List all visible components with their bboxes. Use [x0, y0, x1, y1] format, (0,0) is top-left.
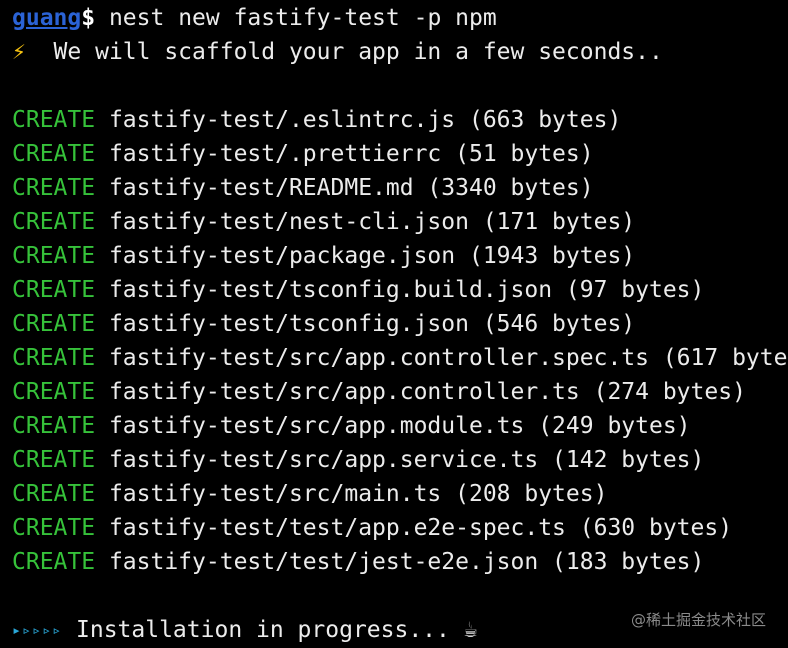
create-line: CREATE fastify-test/tsconfig.build.json …: [12, 273, 704, 307]
create-line: CREATE fastify-test/test/app.e2e-spec.ts…: [12, 511, 732, 545]
scaffold-message-text: We will scaffold your app in a few secon…: [25, 39, 663, 65]
create-keyword: CREATE: [12, 175, 96, 201]
create-line: CREATE fastify-test/src/main.ts (208 byt…: [12, 477, 607, 511]
created-file-path: fastify-test/src/main.ts (208 bytes): [95, 481, 608, 507]
created-file-path: fastify-test/test/jest-e2e.json (183 byt…: [95, 549, 705, 575]
create-keyword: CREATE: [12, 515, 96, 541]
created-file-path: fastify-test/nest-cli.json (171 bytes): [95, 209, 636, 235]
create-keyword: CREATE: [12, 379, 96, 405]
created-file-path: fastify-test/.eslintrc.js (663 bytes): [95, 107, 622, 133]
create-line: CREATE fastify-test/nest-cli.json (171 b…: [12, 205, 635, 239]
create-keyword: CREATE: [12, 413, 96, 439]
progress-line: ▸▹▹▹▹ Installation in progress... ☕: [12, 613, 478, 647]
create-keyword: CREATE: [12, 345, 96, 371]
scaffold-message: ⚡ We will scaffold your app in a few sec…: [12, 35, 663, 69]
create-keyword: CREATE: [12, 243, 96, 269]
created-file-path: fastify-test/README.md (3340 bytes): [95, 175, 594, 201]
created-file-path: fastify-test/tsconfig.build.json (97 byt…: [95, 277, 705, 303]
coffee-icon: ☕: [463, 617, 478, 643]
created-file-path: fastify-test/package.json (1943 bytes): [95, 243, 636, 269]
created-file-path: fastify-test/src/app.controller.spec.ts …: [95, 345, 788, 371]
create-line: CREATE fastify-test/package.json (1943 b…: [12, 239, 635, 273]
lightning-icon: ⚡: [12, 39, 26, 65]
prompt-symbol: $: [81, 5, 96, 31]
progress-text: Installation in progress...: [62, 617, 464, 643]
terminal-window[interactable]: guang$ nest new fastify-test -p npm ⚡ We…: [0, 0, 788, 648]
create-line: CREATE fastify-test/src/app.controller.s…: [12, 341, 788, 375]
create-keyword: CREATE: [12, 549, 96, 575]
create-line: CREATE fastify-test/.eslintrc.js (663 by…: [12, 103, 621, 137]
created-file-path: fastify-test/test/app.e2e-spec.ts (630 b…: [95, 515, 733, 541]
create-line: CREATE fastify-test/test/jest-e2e.json (…: [12, 545, 704, 579]
create-line: CREATE fastify-test/tsconfig.json (546 b…: [12, 307, 635, 341]
create-line: CREATE fastify-test/.prettierrc (51 byte…: [12, 137, 594, 171]
created-file-path: fastify-test/src/app.controller.ts (274 …: [95, 379, 746, 405]
create-line: CREATE fastify-test/src/app.service.ts (…: [12, 443, 704, 477]
create-line: CREATE fastify-test/src/app.controller.t…: [12, 375, 746, 409]
create-keyword: CREATE: [12, 311, 96, 337]
create-keyword: CREATE: [12, 277, 96, 303]
created-file-path: fastify-test/src/app.service.ts (142 byt…: [95, 447, 705, 473]
prompt-line: guang$ nest new fastify-test -p npm: [12, 1, 497, 35]
create-keyword: CREATE: [12, 481, 96, 507]
command-text: nest new fastify-test -p npm: [95, 5, 497, 31]
progress-arrows-icon: ▸▹▹▹▹: [12, 621, 63, 639]
create-line: CREATE fastify-test/README.md (3340 byte…: [12, 171, 594, 205]
watermark: @稀土掘金技术社区: [630, 611, 766, 629]
create-keyword: CREATE: [12, 107, 96, 133]
create-keyword: CREATE: [12, 209, 96, 235]
created-file-path: fastify-test/tsconfig.json (546 bytes): [95, 311, 636, 337]
create-keyword: CREATE: [12, 141, 96, 167]
created-file-path: fastify-test/.prettierrc (51 bytes): [95, 141, 594, 167]
create-keyword: CREATE: [12, 447, 96, 473]
prompt-username: guang: [12, 5, 82, 31]
create-line: CREATE fastify-test/src/app.module.ts (2…: [12, 409, 691, 443]
created-file-path: fastify-test/src/app.module.ts (249 byte…: [95, 413, 691, 439]
